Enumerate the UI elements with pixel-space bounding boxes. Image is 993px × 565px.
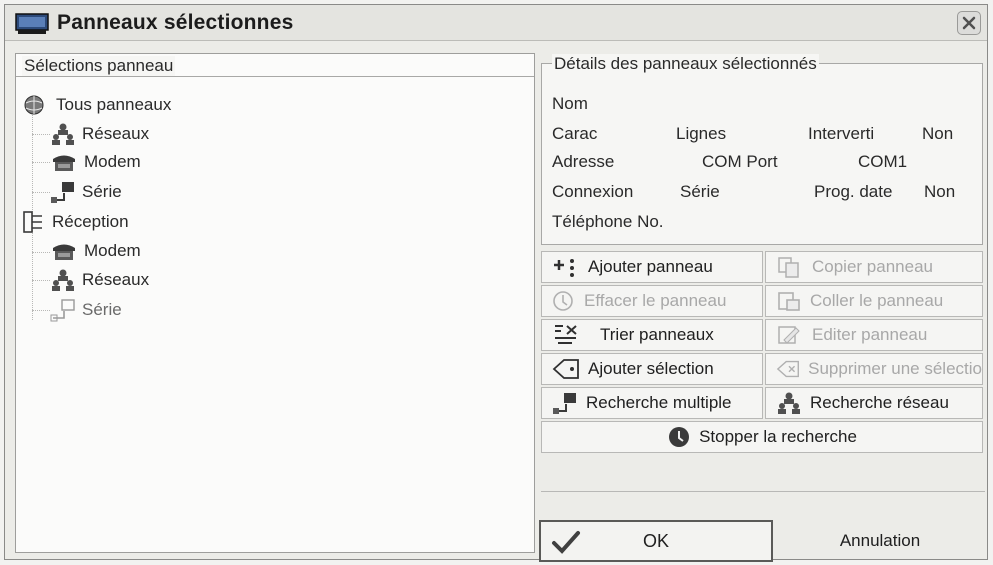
details-group: Détails des panneaux sélectionnés Nom Ca… xyxy=(541,54,983,245)
adresse-value: COM Port xyxy=(702,152,778,171)
panel-selection-tree: Sélections panneau Tous panneaux Réseaux xyxy=(15,53,535,553)
network-icon xyxy=(52,123,74,145)
tree-item-tous-panneaux[interactable]: Tous panneaux xyxy=(22,94,171,116)
tree-group-label: Sélections panneau xyxy=(22,56,176,76)
stopper-recherche-button[interactable]: Stopper la recherche xyxy=(541,421,983,453)
tree-label: Modem xyxy=(84,241,141,260)
modem-icon xyxy=(53,155,75,171)
copy-icon xyxy=(778,257,799,278)
tree-icon xyxy=(23,211,42,233)
recherche-reseau-button[interactable]: Recherche réseau xyxy=(765,387,983,419)
serial-icon xyxy=(51,182,74,203)
trier-panneaux-button[interactable]: Trier panneaux xyxy=(541,319,763,351)
tree-label: Série xyxy=(82,182,122,201)
close-icon xyxy=(962,16,976,30)
tree-label: Série xyxy=(82,300,122,319)
interverti-label: Interverti xyxy=(808,124,875,143)
ok-button[interactable]: OK xyxy=(539,520,773,562)
tree-item-modem[interactable]: Modem xyxy=(50,151,141,173)
button-label: Ajouter panneau xyxy=(588,257,713,276)
footer-separator xyxy=(541,491,985,492)
modem-icon xyxy=(53,244,75,260)
adresse-port: COM1 xyxy=(858,152,908,171)
button-label: Editer panneau xyxy=(812,325,928,344)
carac-label: Carac xyxy=(552,124,598,143)
sort-icon xyxy=(555,325,577,344)
details-group-label: Détails des panneaux sélectionnés xyxy=(552,54,819,74)
button-label: Stopper la recherche xyxy=(699,427,857,446)
editer-panneau-button[interactable]: Editer panneau xyxy=(765,319,983,351)
monitor-icon xyxy=(15,13,49,34)
tree-item-reseaux[interactable]: Réseaux xyxy=(50,122,149,146)
tree-label: Réseaux xyxy=(82,270,150,289)
adresse-label: Adresse xyxy=(552,152,615,171)
tree-item-reception-reseaux[interactable]: Réseaux xyxy=(50,268,149,292)
network-icon xyxy=(778,392,800,414)
network-icon xyxy=(52,269,74,291)
close-button[interactable] xyxy=(957,11,981,35)
effacer-panneau-button[interactable]: Effacer le panneau xyxy=(541,285,763,317)
button-label: Trier panneaux xyxy=(600,325,714,344)
button-label: Coller le panneau xyxy=(810,291,944,310)
globe-icon xyxy=(24,95,44,115)
window-title: Panneaux sélectionnes xyxy=(57,11,294,34)
carac-value: Lignes xyxy=(676,124,727,143)
stop-icon xyxy=(669,427,690,447)
add-panel-icon xyxy=(554,259,574,277)
connexion-label: Connexion xyxy=(552,182,634,201)
telephone-label: Téléphone No. xyxy=(552,212,664,231)
button-label: Copier panneau xyxy=(812,257,933,276)
coller-panneau-button[interactable]: Coller le panneau xyxy=(765,285,983,317)
connexion-value: Série xyxy=(680,182,720,201)
tree-label: Tous panneaux xyxy=(56,95,172,114)
delete-tag-icon xyxy=(776,360,799,378)
nom-label: Nom xyxy=(552,94,588,113)
ajouter-panneau-button[interactable]: Ajouter panneau xyxy=(541,251,763,283)
title-bar: Panneaux sélectionnes xyxy=(5,5,987,41)
serial-icon xyxy=(50,299,75,322)
tree-label: Réception xyxy=(52,212,129,231)
tree-item-reception-serie[interactable]: Série xyxy=(50,298,122,322)
cancel-button[interactable]: Annulation xyxy=(775,520,985,562)
tree-item-reception[interactable]: Réception xyxy=(22,210,129,234)
tree-item-reception-modem[interactable]: Modem xyxy=(50,240,141,262)
button-label: Supprimer une sélectio xyxy=(808,359,982,378)
tree-item-serie[interactable]: Série xyxy=(50,180,122,204)
ok-label: OK xyxy=(642,530,669,551)
tag-icon xyxy=(552,359,579,379)
edit-icon xyxy=(778,326,800,344)
progdate-label: Prog. date xyxy=(814,182,893,201)
supprimer-selection-button[interactable]: Supprimer une sélectio xyxy=(765,353,983,385)
serial-icon xyxy=(553,393,576,414)
tree-label: Modem xyxy=(84,152,141,171)
tree-label: Réseaux xyxy=(82,124,150,143)
recherche-multiple-button[interactable]: Recherche multiple xyxy=(541,387,763,419)
interverti-value: Non xyxy=(922,124,954,143)
button-label: Recherche multiple xyxy=(586,393,732,412)
button-label: Effacer le panneau xyxy=(584,291,727,310)
progdate-value: Non xyxy=(924,182,956,201)
panels-dialog: Panneaux sélectionnes Sélections panneau… xyxy=(4,4,988,562)
erase-icon xyxy=(553,291,573,311)
cancel-label: Annulation xyxy=(839,531,921,550)
copier-panneau-button[interactable]: Copier panneau xyxy=(765,251,983,283)
paste-icon xyxy=(778,292,800,311)
button-label: Ajouter sélection xyxy=(588,359,714,378)
ajouter-selection-button[interactable]: Ajouter sélection xyxy=(541,353,763,385)
button-label: Recherche réseau xyxy=(810,393,949,412)
